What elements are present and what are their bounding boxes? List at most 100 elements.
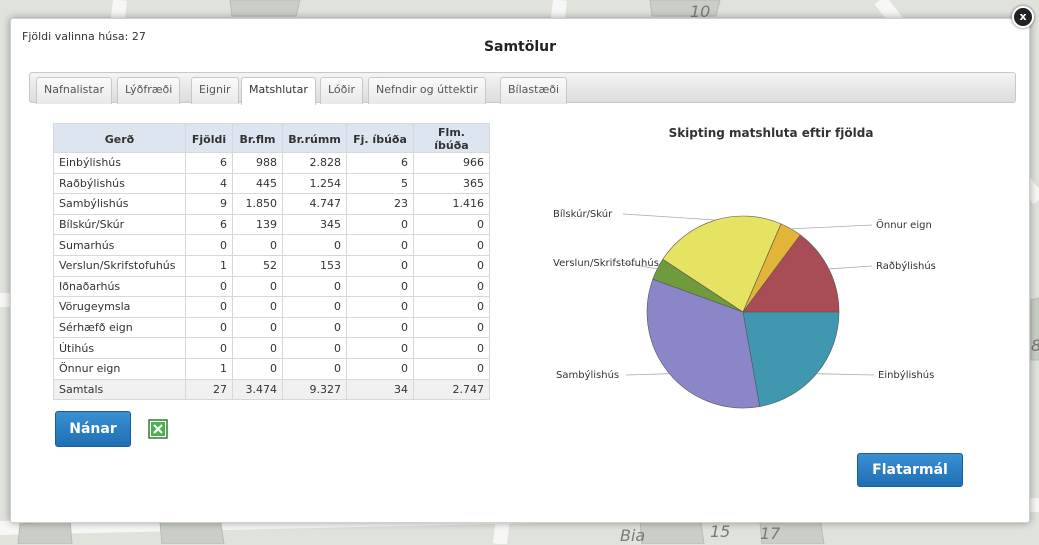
table-row[interactable]: Iðnaðarhús 0 0 0 0 0 (53, 275, 490, 298)
tab-nefndir-og-uttektir[interactable]: Nefndir og úttektir (368, 77, 486, 104)
row-label: Vörugeymsla (53, 296, 186, 318)
pie-leader-line (790, 224, 873, 230)
table-total-row[interactable]: Samtals 27 3.474 9.327 34 2.747 (53, 378, 490, 401)
table-cell: 2.747 (413, 378, 490, 401)
row-label: Sambýlishús (53, 193, 186, 215)
pie-chart: Skipting matshluta eftir fjölda Einbýlis… (536, 124, 1006, 424)
table-cell: 9 (185, 193, 233, 215)
table-cell: 0 (232, 275, 283, 298)
table-cell: 3.474 (232, 378, 283, 401)
column-header[interactable]: Gerð (53, 123, 186, 153)
table-cell: 445 (232, 172, 283, 195)
table-cell: 0 (282, 337, 347, 359)
table-row[interactable]: Raðbýlishús 4 445 1.254 5 365 (53, 172, 490, 195)
row-label: Raðbýlishús (53, 172, 186, 195)
table-body: Einbýlishús 6 988 2.828 6 966 Raðbýlishús 4 445 1… (53, 152, 490, 401)
pie-slice-label: Verslun/Skrifstofuhús (553, 257, 659, 269)
column-header[interactable]: Br.flm (232, 123, 283, 153)
dialog-title: Samtölur (483, 39, 557, 55)
table-cell: 6 (185, 152, 233, 174)
column-header[interactable]: Br.rúmm (282, 123, 347, 153)
pie-leader-line (828, 265, 873, 270)
tab-lodir[interactable]: Lóðir (320, 77, 363, 104)
table-cell: 0 (185, 316, 233, 339)
table-cell: 0 (346, 275, 414, 298)
table-cell: 0 (185, 337, 233, 359)
table-row[interactable]: Sérhæfð eign 0 0 0 0 0 (53, 316, 490, 339)
table-cell: 0 (346, 337, 414, 359)
column-header[interactable]: Flm. íbúða (413, 123, 490, 153)
table-cell: 345 (282, 213, 347, 236)
row-label: Önnur eign (53, 357, 186, 380)
table-cell: 1.416 (413, 193, 490, 215)
column-header[interactable]: Fjöldi (185, 123, 233, 153)
stats-table: Gerð Fjöldi Br.flm Br.rúmm Fj. íbúða Flm… (53, 123, 490, 401)
pie-slice-label: Sambýlishús (556, 369, 619, 381)
table-cell: 1.850 (232, 193, 283, 215)
pie-slice-label: Raðbýlishús (876, 260, 936, 272)
chart-title: Skipting matshluta eftir fjölda (668, 126, 874, 140)
table-row[interactable]: Verslun/Skrifstofuhús 1 52 153 0 0 (53, 254, 490, 277)
table-cell: 4.747 (282, 193, 347, 215)
table-cell: 5 (346, 172, 414, 195)
map-street-number: 17 (760, 524, 781, 543)
table-cell: 0 (185, 234, 233, 256)
tab-bilastaedi[interactable]: Bílastæði (500, 77, 568, 104)
table-cell: 0 (232, 357, 283, 380)
table-cell: 0 (413, 337, 490, 359)
pie-slice-label: Önnur eign (876, 218, 932, 231)
row-label: Sérhæfð eign (53, 316, 186, 339)
table-cell: 0 (413, 213, 490, 236)
table-cell: 0 (413, 234, 490, 256)
tab-matshlutar[interactable]: Matshlutar (241, 77, 316, 105)
table-row[interactable]: Einbýlishús 6 988 2.828 6 966 (53, 152, 490, 174)
excel-export-icon[interactable] (148, 419, 168, 439)
table-cell: 0 (232, 316, 283, 339)
table-row[interactable]: Bílskúr/Skúr 6 139 345 0 0 (53, 213, 490, 236)
table-cell: 27 (185, 378, 233, 401)
table-cell: 153 (282, 254, 347, 277)
table-cell: 0 (185, 275, 233, 298)
close-icon[interactable]: x (1012, 6, 1034, 28)
details-button[interactable]: Nánar (55, 411, 131, 447)
table-cell: 365 (413, 172, 490, 195)
table-cell: 0 (346, 254, 414, 277)
row-label: Samtals (53, 378, 186, 401)
table-cell: 0 (282, 357, 347, 380)
table-cell: 0 (413, 254, 490, 277)
table-row[interactable]: Önnur eign 1 0 0 0 0 (53, 357, 490, 380)
table-row[interactable]: Vörugeymsla 0 0 0 0 0 (53, 296, 490, 318)
table-cell: 0 (232, 296, 283, 318)
tab-lydfraedi[interactable]: Lýðfræði (117, 77, 181, 104)
table-cell: 34 (346, 378, 414, 401)
table-cell: 0 (413, 275, 490, 298)
row-label: Einbýlishús (53, 152, 186, 174)
table-cell: 52 (232, 254, 283, 277)
table-cell: 0 (185, 296, 233, 318)
table-cell: 0 (282, 316, 347, 339)
table-cell: 966 (413, 152, 490, 174)
table-header-row: Gerð Fjöldi Br.flm Br.rúmm Fj. íbúða Flm… (53, 123, 490, 153)
table-cell: 2.828 (282, 152, 347, 174)
tab-nafnalistar[interactable]: Nafnalistar (36, 77, 112, 104)
pie-leader-line (622, 213, 716, 221)
table-cell: 1.254 (282, 172, 347, 195)
table-cell: 6 (185, 213, 233, 236)
area-button[interactable]: Flatarmál (857, 453, 963, 487)
table-cell: 23 (346, 193, 414, 215)
table-row[interactable]: Sambýlishús 9 1.850 4.747 23 1.416 (53, 193, 490, 215)
tab-bar: Nafnalistar Lýðfræði Eignir Matshlutar L… (29, 72, 1016, 105)
table-cell: 0 (232, 337, 283, 359)
pie-leader-line (625, 373, 670, 376)
tab-eignir[interactable]: Eignir (191, 77, 239, 104)
table-cell: 9.327 (282, 378, 347, 401)
row-label: Sumarhús (53, 234, 186, 256)
table-cell: 1 (185, 254, 233, 277)
column-header[interactable]: Fj. íbúða (346, 123, 414, 153)
map-street-number: 8 (1031, 336, 1039, 355)
table-row[interactable]: Sumarhús 0 0 0 0 0 (53, 234, 490, 256)
table-row[interactable]: Útihús 0 0 0 0 0 (53, 337, 490, 359)
table-cell: 0 (346, 234, 414, 256)
table-cell: 139 (232, 213, 283, 236)
table-cell: 6 (346, 152, 414, 174)
